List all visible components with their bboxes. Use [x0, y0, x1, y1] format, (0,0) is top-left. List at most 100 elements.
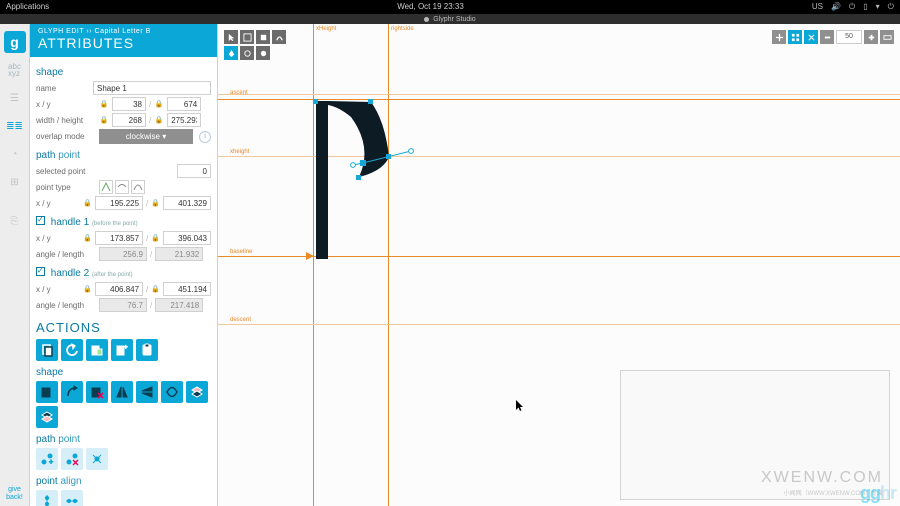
give-back-link[interactable]: give back! — [6, 486, 23, 502]
pp-xy-label: x / y — [36, 199, 80, 208]
lock-icon[interactable]: 🔒 — [151, 231, 160, 245]
paste-button[interactable] — [86, 339, 108, 361]
lock-icon[interactable]: 🔒 — [83, 282, 92, 296]
panel-header: GLYPH EDIT ›› Capital Letter B ATTRIBUTE… — [30, 24, 217, 57]
save-icon[interactable]: ⎘ — [4, 210, 26, 232]
lock-icon[interactable]: 🔒 — [99, 113, 109, 127]
h1-angle-input[interactable] — [99, 247, 147, 261]
zoom-in[interactable] — [864, 30, 878, 44]
layers-icon[interactable]: ☰ — [4, 87, 26, 109]
selected-point-input[interactable] — [177, 164, 211, 178]
pp-x-input[interactable] — [95, 196, 143, 210]
battery-icon[interactable]: ▯ — [863, 0, 867, 14]
shape-actions-header: shape — [36, 367, 211, 378]
point-type-flat-button[interactable] — [115, 180, 129, 194]
insert-point-button[interactable]: + — [36, 448, 58, 470]
flip-v-button[interactable] — [136, 381, 158, 403]
clock: Wed, Oct 19 23:33 — [397, 0, 464, 14]
h1-y-input[interactable] — [163, 231, 211, 245]
h1-x-input[interactable] — [95, 231, 143, 245]
shape-h-input[interactable] — [167, 113, 201, 127]
guides-icon[interactable]: ⊞ — [4, 171, 26, 193]
h1-length-input[interactable] — [155, 247, 203, 261]
applications-menu[interactable]: Applications — [6, 0, 49, 14]
tool-path-edit[interactable] — [240, 46, 254, 60]
svg-text:+: + — [49, 459, 53, 466]
shape-w-input[interactable] — [112, 113, 146, 127]
pan-tool[interactable] — [772, 30, 786, 44]
h2-angle-input[interactable] — [99, 298, 147, 312]
attributes-panel: GLYPH EDIT ›› Capital Letter B ATTRIBUTE… — [30, 24, 218, 506]
lock-icon[interactable]: 🔒 — [154, 97, 164, 111]
shape-name-input[interactable] — [93, 81, 211, 95]
pp-y-input[interactable] — [163, 196, 211, 210]
overlap-label: overlap mode — [36, 132, 96, 141]
point-type-corner-button[interactable] — [99, 180, 113, 194]
layer-down-button[interactable] — [36, 406, 58, 428]
lock-icon[interactable]: 🔒 — [83, 231, 92, 245]
shape-x-input[interactable] — [112, 97, 146, 111]
align-x-button[interactable] — [61, 490, 83, 506]
undo-button[interactable] — [61, 339, 83, 361]
h2-length-input[interactable] — [155, 298, 203, 312]
lock-icon[interactable]: 🔒 — [83, 196, 92, 210]
tool-pen[interactable] — [224, 46, 238, 60]
reverse-winding-button[interactable] — [61, 381, 83, 403]
rotate-button[interactable] — [161, 381, 183, 403]
toggle-guides[interactable] — [804, 30, 818, 44]
delete-shape-button[interactable] — [86, 381, 108, 403]
flip-h-button[interactable] — [111, 381, 133, 403]
left-rail: g abcxyz ☰ ≣≣ ◔ ⊞ ⎘ give back! — [0, 24, 30, 506]
h2-y-input[interactable] — [163, 282, 211, 296]
network-icon[interactable]: ⏻ — [849, 0, 855, 14]
glyphr-logo-icon[interactable]: g — [4, 31, 26, 53]
power-icon[interactable]: ⏻ — [888, 0, 894, 14]
lock-icon[interactable]: 🔒 — [151, 282, 160, 296]
point-align-actions — [36, 490, 211, 506]
tool-new-oval[interactable] — [256, 46, 270, 60]
glyph-chooser-icon[interactable]: abcxyz — [4, 59, 26, 81]
lock-icon[interactable]: 🔒 — [99, 97, 109, 111]
delete-point-button[interactable] — [61, 448, 83, 470]
lock-icon[interactable]: 🔒 — [151, 196, 160, 210]
selected-point-label: selected point — [36, 167, 96, 176]
clipboard-button[interactable] — [136, 339, 158, 361]
new-shape-button[interactable] — [36, 381, 58, 403]
copy-button[interactable] — [36, 339, 58, 361]
zoom-out[interactable] — [820, 30, 834, 44]
handle2-header: handle 2 (after the point) — [36, 267, 211, 279]
general-actions: + — [36, 339, 211, 361]
dropdown-icon[interactable]: ▾ — [876, 0, 880, 14]
info-icon[interactable]: i — [199, 131, 211, 143]
handle2-checkbox[interactable] — [36, 267, 45, 276]
zoom-level[interactable]: 50 — [836, 30, 862, 44]
gnome-top-bar: Applications Wed, Oct 19 23:33 US 🔊 ⏻ ▯ … — [0, 0, 900, 14]
attributes-icon[interactable]: ≣≣ — [4, 115, 26, 137]
glyph-shape[interactable] — [313, 99, 443, 269]
tool-new-rect[interactable] — [256, 30, 270, 44]
history-icon[interactable]: ◔ — [4, 143, 26, 165]
point-type-symmetric-button[interactable] — [131, 180, 145, 194]
shape-y-input[interactable] — [167, 97, 201, 111]
glyphr-footer-logo: gghr — [860, 483, 896, 504]
glyph-canvas[interactable]: xHeight rightside ascent xheight baselin… — [218, 24, 900, 506]
tool-arrow[interactable] — [224, 30, 238, 44]
wh-label: width / height — [36, 116, 96, 125]
h2-x-input[interactable] — [95, 282, 143, 296]
handle1-checkbox[interactable] — [36, 216, 45, 225]
overlap-dropdown[interactable]: clockwise ▾ — [99, 129, 193, 144]
reset-handles-button[interactable] — [86, 448, 108, 470]
watermark: XWENW.COM 小闻网（WWW.XWENW.COM）专属 — [620, 370, 890, 500]
align-y-button[interactable] — [36, 490, 58, 506]
lock-icon[interactable]: 🔒 — [154, 113, 164, 127]
breadcrumb: GLYPH EDIT ›› Capital Letter B — [38, 28, 209, 35]
actions-header: ACTIONS — [36, 320, 211, 335]
keyboard-layout-indicator[interactable]: US — [812, 0, 823, 14]
toggle-grid[interactable] — [788, 30, 802, 44]
add-shape-button[interactable]: + — [111, 339, 133, 361]
zoom-fit[interactable] — [880, 30, 894, 44]
volume-icon[interactable]: 🔊 — [831, 0, 841, 14]
tool-shape-resize[interactable] — [240, 30, 254, 44]
layer-up-button[interactable] — [186, 381, 208, 403]
tool-new-path[interactable] — [272, 30, 286, 44]
